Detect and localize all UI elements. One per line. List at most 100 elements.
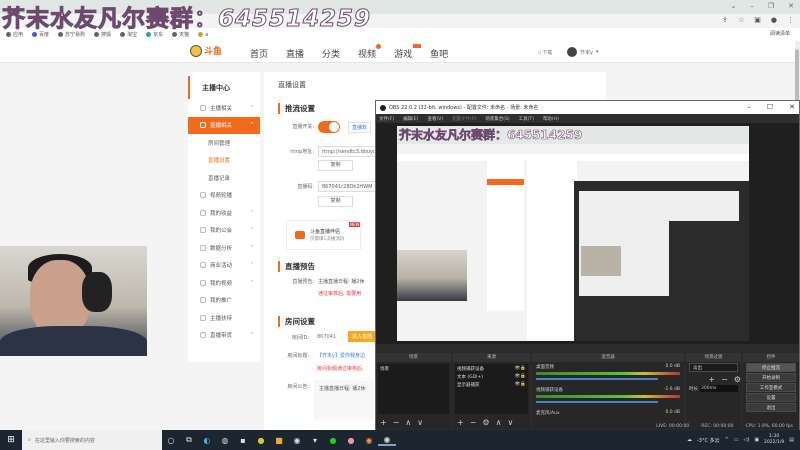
sidebar-item[interactable]: 数据分析 ^: [188, 239, 260, 257]
scenes-list[interactable]: 场景: [378, 364, 449, 414]
sidebar-item[interactable]: 我的视频 ^: [188, 274, 260, 292]
menu-help[interactable]: 帮助(H): [543, 116, 559, 122]
nav-home[interactable]: 首页: [250, 47, 268, 60]
app-icon[interactable]: ◍: [216, 436, 234, 445]
menu-file[interactable]: 文件(F): [379, 116, 394, 122]
tray-chevron-icon[interactable]: ^: [725, 437, 729, 443]
menu-scene-collection[interactable]: 场景集合(S): [485, 116, 509, 122]
move-up-icon[interactable]: ∧: [405, 418, 411, 427]
settings-button[interactable]: 设置: [746, 393, 796, 402]
ime-icon[interactable]: ▣: [754, 437, 759, 443]
extension-icon[interactable]: ▣: [754, 16, 761, 24]
sidebar-item[interactable]: 直播设置: [188, 152, 260, 170]
sidebar-item[interactable]: 我的收益 ^: [188, 204, 260, 222]
cortana-icon[interactable]: ○: [162, 436, 180, 445]
clock[interactable]: 1:30 2022/1/9: [764, 434, 784, 446]
user-menu[interactable]: 芥末y ▾: [567, 47, 598, 57]
add-icon[interactable]: +: [708, 375, 715, 384]
studio-mode-button[interactable]: 工作室模式: [746, 383, 796, 392]
network-icon[interactable]: ▭: [734, 437, 739, 443]
notification-icon[interactable]: ▤: [789, 437, 794, 443]
move-up-icon[interactable]: ∧: [496, 418, 502, 427]
wechat-icon[interactable]: ●: [324, 436, 342, 445]
sidebar-item[interactable]: 商业活动 ^: [188, 257, 260, 275]
tab-search-icon[interactable]: ⌄: [730, 2, 736, 10]
restore-button[interactable]: ❐: [768, 2, 774, 10]
transition-select[interactable]: 淡出: [689, 363, 738, 372]
weather[interactable]: -3°C 多云: [697, 437, 720, 444]
nav-games[interactable]: 游戏: [394, 44, 422, 60]
menu-tools[interactable]: 工具(T): [519, 116, 534, 122]
sidebar-item[interactable]: 直播带货 ^: [188, 327, 260, 345]
sidebar-item[interactable]: 房间管理: [188, 134, 260, 152]
sidebar-item[interactable]: 视频轮播: [188, 187, 260, 205]
chrome-icon[interactable]: ◉: [360, 436, 378, 445]
duration-field[interactable]: 300ms: [700, 385, 738, 392]
eye-lock-icon[interactable]: 👁🔒: [515, 374, 526, 382]
move-down-icon[interactable]: ∨: [507, 418, 513, 427]
close-button[interactable]: ✕: [789, 103, 795, 111]
volume-icon[interactable]: ◁): [744, 437, 750, 443]
nav-yuba[interactable]: 鱼吧: [430, 47, 448, 60]
maximize-button[interactable]: ☐: [767, 103, 773, 111]
remove-icon[interactable]: −: [393, 418, 400, 427]
exit-button[interactable]: 退出: [746, 403, 796, 412]
add-icon[interactable]: +: [457, 418, 464, 427]
volume-slider[interactable]: [536, 378, 659, 380]
gear-icon[interactable]: ⚙: [482, 418, 489, 427]
taskbar-search[interactable]: ⌕ 在这里输入你要搜索的内容: [22, 430, 162, 450]
douyu-logo[interactable]: 斗鱼: [190, 44, 222, 57]
windows-start-icon[interactable]: ⊞: [0, 435, 22, 445]
room-title[interactable]: 【芥末y】爱你我身边: [317, 352, 365, 359]
obs-preview[interactable]: 芥末水友凡尔赛群：645514259: [376, 123, 799, 344]
copy-code-button[interactable]: 复制: [318, 196, 353, 207]
sidebar-item[interactable]: 我的公会 ^: [188, 222, 260, 240]
share-icon[interactable]: ⇪: [722, 16, 728, 24]
source-item[interactable]: 显示器捕获 👁🔒: [457, 382, 526, 390]
companion-card[interactable]: 斗鱼直播伴侣 仅需填1次播流码 NEW: [286, 220, 361, 250]
eye-lock-icon[interactable]: 👁🔒: [515, 366, 526, 374]
stream-code-field[interactable]: 867041r28Dk2HWM: [318, 181, 378, 192]
nav-category[interactable]: 分类: [322, 47, 340, 60]
store-icon[interactable]: ▪: [234, 436, 252, 445]
move-down-icon[interactable]: ∨: [417, 418, 423, 427]
scene-item[interactable]: 场景: [380, 366, 447, 374]
remove-icon[interactable]: −: [470, 418, 477, 427]
sidebar-item[interactable]: 主播扶持: [188, 309, 260, 327]
live-switch[interactable]: [318, 121, 340, 133]
edge-icon[interactable]: ◐: [198, 436, 216, 445]
volume-slider[interactable]: [536, 401, 659, 403]
sidebar-item[interactable]: 直播记录: [188, 169, 260, 187]
download-link[interactable]: ▯ 下载: [538, 49, 552, 56]
start-recording-button[interactable]: 开始录制: [746, 373, 796, 382]
switch-link[interactable]: 直播软: [348, 122, 372, 133]
task-view-icon[interactable]: ⧉: [180, 435, 198, 445]
minimize-button[interactable]: –: [750, 2, 754, 10]
star-icon[interactable]: ☆: [738, 16, 744, 24]
app-icon[interactable]: ●: [252, 436, 270, 445]
app-icon[interactable]: ●: [342, 436, 360, 445]
sidebar-item[interactable]: 我的推广: [188, 292, 260, 310]
profile-icon[interactable]: ●: [771, 16, 777, 24]
menu-icon[interactable]: ⋮: [787, 16, 794, 24]
sources-list[interactable]: 视频捕获设备 👁🔒 文本 (GDI+) 👁🔒 显示器捕获 👁🔒: [455, 364, 528, 414]
gear-icon[interactable]: ⚙: [734, 375, 741, 384]
nav-live[interactable]: 直播: [286, 47, 304, 60]
stop-streaming-button[interactable]: 停止推流: [746, 363, 796, 372]
announce-field[interactable]: 主播直播日程: 播2休: [314, 380, 374, 420]
sidebar-item[interactable]: 直播相关 ^: [188, 116, 260, 134]
add-icon[interactable]: +: [380, 418, 387, 427]
nav-video[interactable]: 视频: [358, 44, 382, 60]
app-icon[interactable]: ▾: [306, 436, 324, 445]
obs-taskbar-icon[interactable]: ◉: [378, 435, 396, 446]
remove-icon[interactable]: −: [721, 375, 728, 384]
rtmp-field[interactable]: rtmp://sendtc3.douyu: [318, 146, 378, 157]
menu-profile[interactable]: 配置文件(P): [452, 116, 476, 122]
copy-rtmp-button[interactable]: 复制: [318, 160, 353, 171]
app-icon[interactable]: ■: [270, 436, 288, 445]
menu-edit[interactable]: 编辑(E): [403, 116, 418, 122]
source-item[interactable]: 视频捕获设备 👁🔒: [457, 366, 526, 374]
minimize-button[interactable]: –: [747, 103, 751, 111]
source-item[interactable]: 文本 (GDI+) 👁🔒: [457, 374, 526, 382]
menu-view[interactable]: 查看(V): [427, 116, 443, 122]
